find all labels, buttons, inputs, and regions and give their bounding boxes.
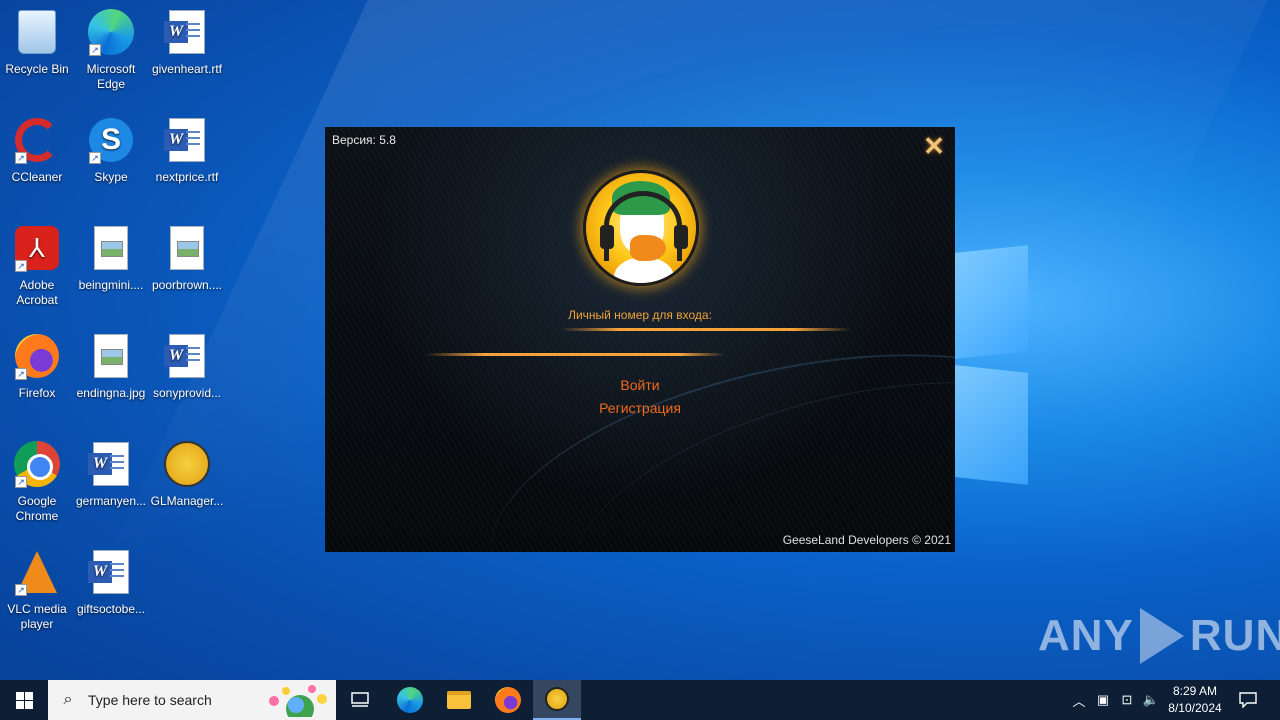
desktop-icon-label: givenheart.rtf <box>151 62 223 76</box>
desktop-icon-label: nextprice.rtf <box>155 170 219 184</box>
firefox-icon: ↗ <box>13 332 61 380</box>
search-input[interactable] <box>88 692 258 708</box>
desktop-icon-beingmini[interactable]: beingmini.... <box>73 224 149 293</box>
desktop-icon-label: beingmini.... <box>78 278 144 292</box>
desktop-icon-label: CCleaner <box>11 170 63 184</box>
task-view-icon <box>351 692 369 707</box>
play-triangle-icon <box>1139 608 1184 664</box>
close-icon[interactable]: ✕ <box>922 133 946 159</box>
clock-time: 8:29 AM <box>1172 684 1218 698</box>
skype-icon: S ↗ <box>87 116 135 164</box>
acrobat-icon: ⅄ ↗ <box>13 224 61 272</box>
field-underline-bottom <box>425 353 725 356</box>
tray-network-button[interactable]: ⊡ <box>1116 680 1138 720</box>
glmanager-icon <box>163 440 211 488</box>
field-underline-top <box>561 328 851 331</box>
watermark-right: RUN <box>1189 611 1280 660</box>
meet-now-icon: ▣ <box>1096 692 1110 707</box>
start-button[interactable] <box>0 680 48 720</box>
windows-logo-icon <box>15 691 33 709</box>
desktop-icon-endingna[interactable]: endingna.jpg <box>73 332 149 401</box>
chrome-icon: ↗ <box>13 440 61 488</box>
anyrun-watermark: ANY RUN <box>1038 608 1280 664</box>
word-doc-icon: W <box>163 8 211 56</box>
login-number-label: Личный номер для входа: <box>568 308 712 322</box>
desktop-icon-recycle-bin[interactable]: Recycle Bin <box>0 8 75 77</box>
taskbar-search-box[interactable]: ⌕ <box>48 680 336 720</box>
login-link[interactable]: Войти <box>325 377 955 393</box>
desktop-icon-ccleaner[interactable]: ↗ CCleaner <box>0 116 75 185</box>
file-explorer-icon <box>447 691 471 709</box>
desktop-icon-adobe-acrobat[interactable]: ⅄ ↗ Adobe Acrobat <box>0 224 75 308</box>
desktop-icon-vlc[interactable]: ↗ VLC media player <box>0 548 75 632</box>
chevron-up-icon: ︿ <box>1072 693 1086 709</box>
version-label: Версия: 5.8 <box>332 133 396 147</box>
network-icon: ⊡ <box>1121 692 1133 707</box>
clock-date: 8/10/2024 <box>1168 701 1222 715</box>
desktop-icon-label: Skype <box>94 170 128 184</box>
firefox-icon <box>495 687 521 713</box>
taskbar-glmanager-button[interactable] <box>533 680 581 720</box>
task-view-button[interactable] <box>336 680 384 720</box>
desktop-icon-label: endingna.jpg <box>76 386 146 400</box>
glmanager-icon <box>545 687 569 711</box>
search-highlight-art-icon <box>269 685 327 717</box>
search-icon: ⌕ <box>63 691 73 708</box>
desktop-icon-label: Microsoft Edge <box>86 62 136 91</box>
goose-logo <box>583 170 699 286</box>
tray-volume-button[interactable]: 🔈 <box>1140 680 1162 720</box>
recycle-bin-icon <box>13 8 61 56</box>
desktop-icon-label: poorbrown.... <box>151 278 223 292</box>
word-doc-icon: W <box>87 440 135 488</box>
image-file-icon <box>87 332 135 380</box>
watermark-left: ANY <box>1038 611 1134 660</box>
taskbar-clock[interactable]: 8:29 AM 8/10/2024 <box>1160 683 1230 717</box>
volume-icon: 🔈 <box>1142 692 1160 707</box>
login-number-input[interactable] <box>425 332 855 354</box>
desktop-icon-label: Adobe Acrobat <box>16 278 58 307</box>
image-file-icon <box>163 224 211 272</box>
register-link[interactable]: Регистрация <box>325 400 955 416</box>
edge-icon: ↗ <box>87 8 135 56</box>
desktop-icon-label: Recycle Bin <box>5 62 69 76</box>
desktop-icon-poorbrown[interactable]: poorbrown.... <box>149 224 225 293</box>
desktop-icon-microsoft-edge[interactable]: ↗ Microsoft Edge <box>73 8 149 92</box>
desktop-icon-label: VLC media player <box>7 602 67 631</box>
vlc-icon: ↗ <box>13 548 61 596</box>
desktop-icon-label: sonyprovid... <box>152 386 222 400</box>
desktop-icon-label: GLManager... <box>150 494 224 508</box>
taskbar-edge-button[interactable] <box>386 680 434 720</box>
copyright-text: GeeseLand Developers © 2021 <box>782 533 951 547</box>
desktop-icon-firefox[interactable]: ↗ Firefox <box>0 332 75 401</box>
desktop-icon-sonyprovid[interactable]: W sonyprovid... <box>149 332 225 401</box>
desktop-icon-germanyen[interactable]: W germanyen... <box>73 440 149 509</box>
desktop-icon-google-chrome[interactable]: ↗ Google Chrome <box>0 440 75 524</box>
image-file-icon <box>87 224 135 272</box>
desktop-icon-nextprice[interactable]: W nextprice.rtf <box>149 116 225 185</box>
tray-meet-button[interactable]: ▣ <box>1092 680 1114 720</box>
desktop-icon-glmanager[interactable]: GLManager... <box>149 440 225 509</box>
desktop-icon-label: Firefox <box>18 386 56 400</box>
taskbar: ⌕ ︿ ▣ ⊡ 🔈 8:29 AM 8/10/2024 <box>0 680 1280 720</box>
desktop-icon-givenheart[interactable]: W givenheart.rtf <box>149 8 225 77</box>
login-window: Версия: 5.8 ✕ Личный номер для входа: Во… <box>325 127 955 552</box>
desktop-icon-label: germanyen... <box>75 494 147 508</box>
word-doc-icon: W <box>163 332 211 380</box>
desktop-icon-giftsoctobe[interactable]: W giftsoctobe... <box>73 548 149 617</box>
desktop-icon-skype[interactable]: S ↗ Skype <box>73 116 149 185</box>
desktop-icon-label: Google Chrome <box>15 494 59 523</box>
word-doc-icon: W <box>163 116 211 164</box>
edge-icon <box>397 687 423 713</box>
taskbar-firefox-button[interactable] <box>484 680 532 720</box>
ccleaner-icon: ↗ <box>13 116 61 164</box>
desktop-icon-label: giftsoctobe... <box>76 602 146 616</box>
notification-icon <box>1239 692 1257 708</box>
show-hidden-icons-button[interactable]: ︿ <box>1068 680 1090 720</box>
word-doc-icon: W <box>87 548 135 596</box>
action-center-button[interactable] <box>1232 680 1264 720</box>
taskbar-file-explorer-button[interactable] <box>435 680 483 720</box>
